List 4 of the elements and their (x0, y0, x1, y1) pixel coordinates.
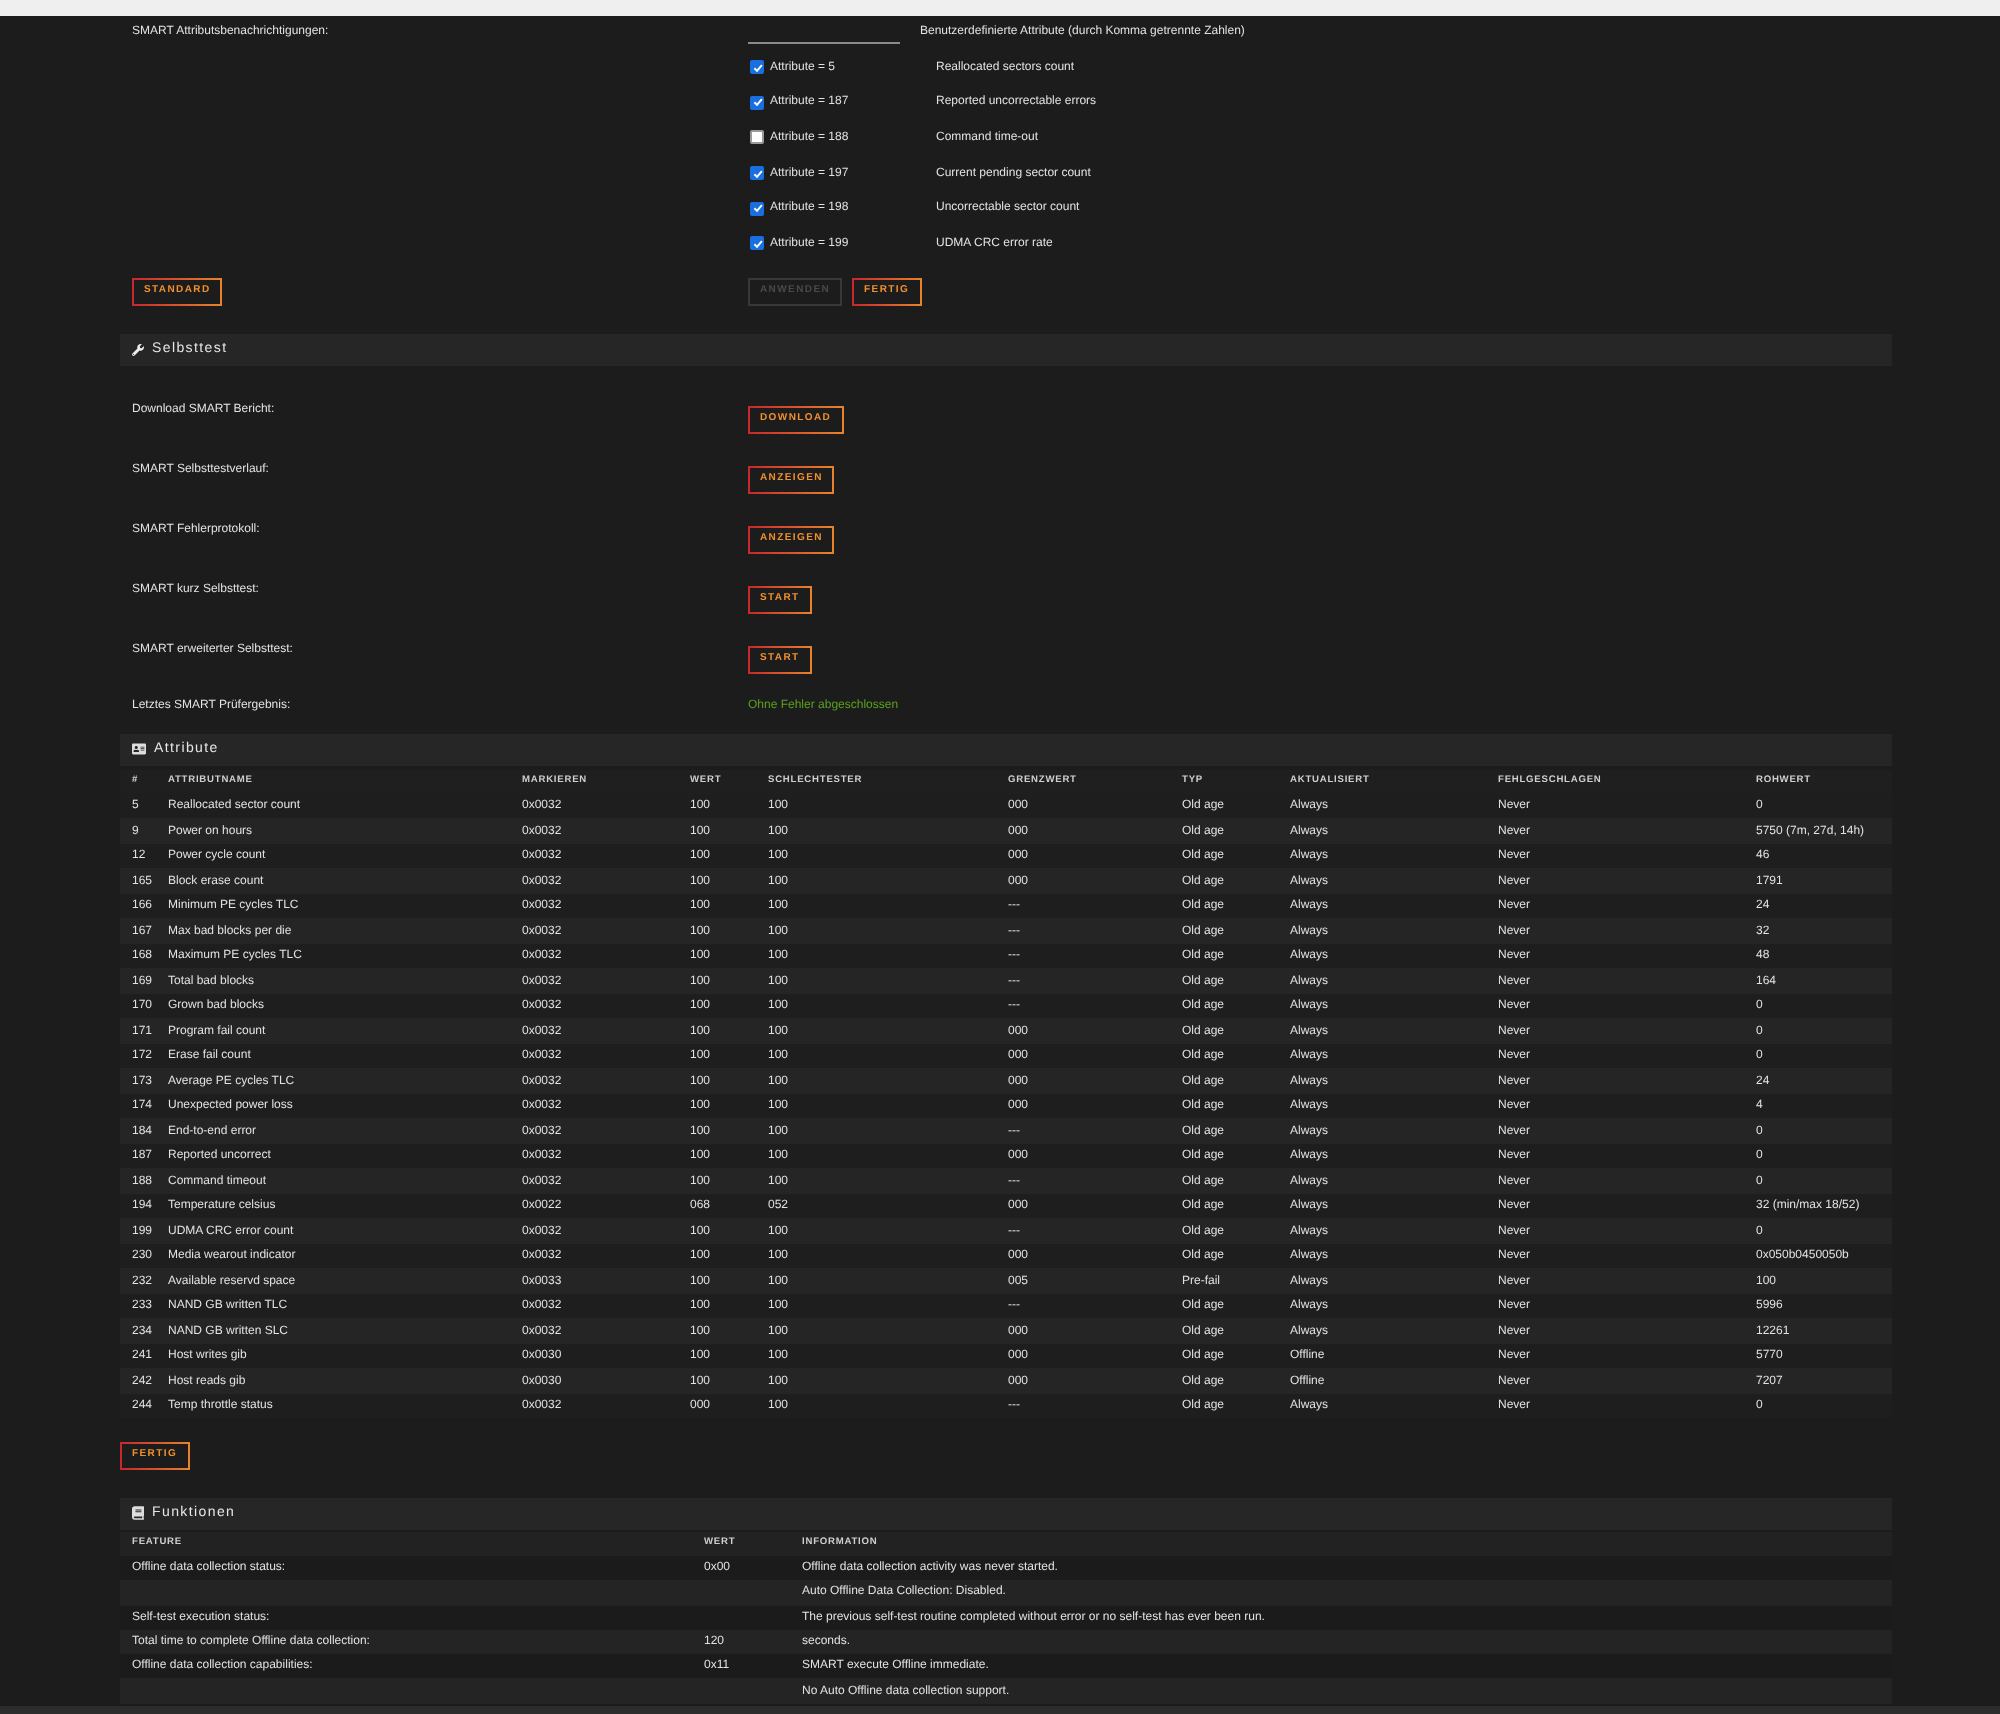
id-card-icon (132, 742, 146, 757)
wrench-icon (132, 343, 144, 356)
book-icon (132, 1506, 144, 1521)
checkbox[interactable] (750, 130, 764, 145)
